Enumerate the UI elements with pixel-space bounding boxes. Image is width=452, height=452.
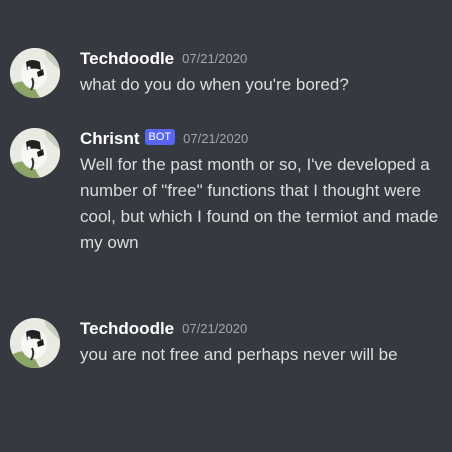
timestamp: 07/21/2020 bbox=[182, 51, 248, 66]
message-header: Techdoodle 07/21/2020 bbox=[80, 48, 440, 70]
message-content: Techdoodle 07/21/2020 what do you do when… bbox=[80, 48, 440, 98]
message-content: Chrisnt BOT 07/21/2020 Well for the past m… bbox=[80, 128, 440, 256]
message-header: Chrisnt BOT 07/21/2020 bbox=[80, 128, 440, 150]
username[interactable]: Chrisnt bbox=[80, 129, 140, 148]
message-text: Well for the past month or so, I've deve… bbox=[80, 155, 439, 252]
timestamp: 07/21/2020 bbox=[183, 131, 249, 146]
user-avatar-icon[interactable] bbox=[10, 318, 60, 368]
bot-badge: BOT bbox=[144, 129, 176, 145]
message-text: what do you do when you're bored? bbox=[80, 75, 349, 94]
username[interactable]: Techdoodle bbox=[80, 319, 174, 338]
user-avatar-icon[interactable] bbox=[10, 48, 60, 98]
username[interactable]: Techdoodle bbox=[80, 49, 174, 68]
chat-message-list: Techdoodle 07/21/2020 what do you do when… bbox=[0, 0, 452, 452]
message-content: Techdoodle 07/21/2020 you are not free an… bbox=[80, 318, 440, 368]
message-text: you are not free and perhaps never will … bbox=[80, 345, 398, 364]
message-header: Techdoodle 07/21/2020 bbox=[80, 318, 440, 340]
user-avatar-icon[interactable] bbox=[10, 128, 60, 178]
timestamp: 07/21/2020 bbox=[182, 321, 248, 336]
